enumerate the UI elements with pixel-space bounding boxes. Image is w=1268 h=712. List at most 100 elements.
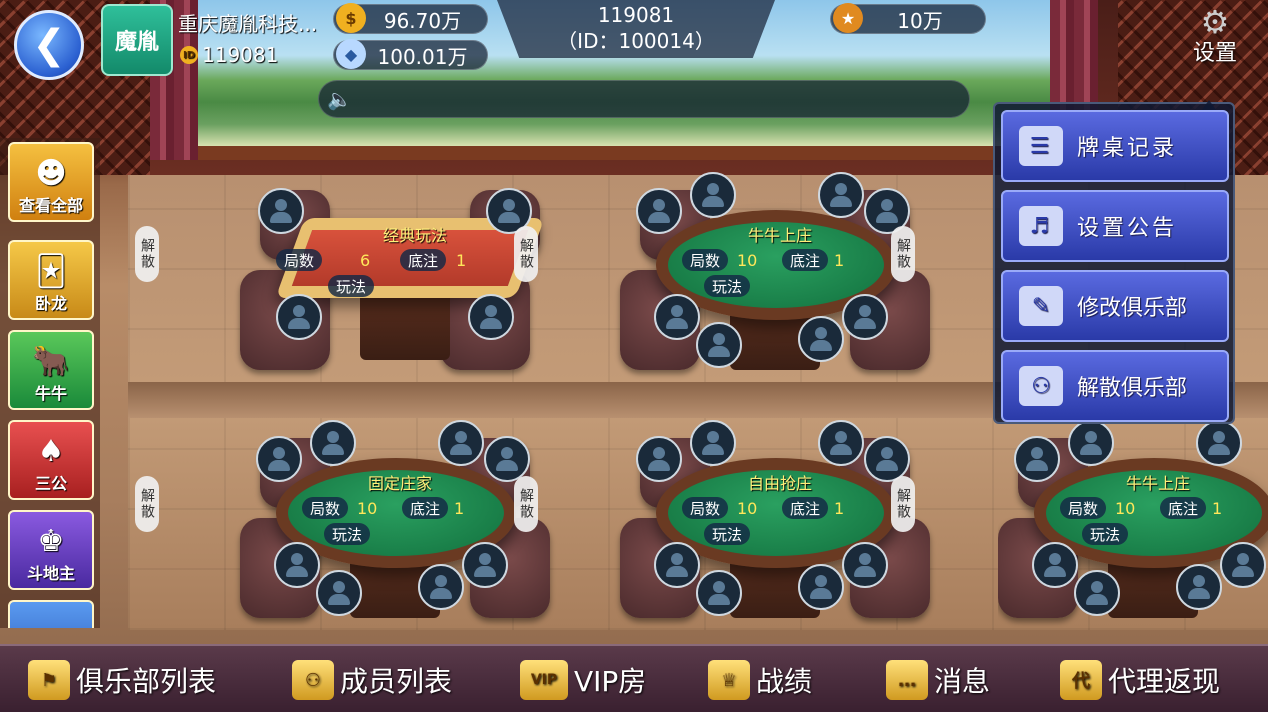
seat-empty[interactable] <box>1220 542 1266 588</box>
bet-label: 底注 <box>1160 497 1207 519</box>
seat-empty[interactable] <box>310 420 356 466</box>
menu-set-announcement[interactable]: ♬ 设置公告 <box>1001 190 1229 262</box>
vip-icon: VIP <box>520 660 568 700</box>
menu-dissolve-club[interactable]: ⚇ 解散俱乐部 <box>1001 350 1229 422</box>
seat-empty[interactable] <box>798 564 844 610</box>
menu-table-records[interactable]: ☰ 牌桌记录 <box>1001 110 1229 182</box>
seat-empty[interactable] <box>468 294 514 340</box>
nav-club-list[interactable]: ⚑ 俱乐部列表 <box>28 646 216 712</box>
gold-pill[interactable]: ★ 10万 <box>830 3 986 34</box>
seat-empty[interactable] <box>1074 570 1120 616</box>
rules-button[interactable]: 玩法 <box>704 275 751 297</box>
seat-empty[interactable] <box>696 322 742 368</box>
bet-value: 1 <box>456 251 467 270</box>
seat-empty[interactable] <box>462 542 508 588</box>
game-category-list: ☻ 查看全部 🃏 卧龙 🐂 牛牛 ♠ 三公 ♚ 斗地主 <box>0 138 100 628</box>
seat-empty[interactable] <box>654 542 700 588</box>
table-title: 固定庄家 <box>367 474 432 493</box>
table-2[interactable]: 牛牛上庄 局数 10 底注 1 玩法 <box>620 170 930 380</box>
seat-empty[interactable] <box>276 294 322 340</box>
menu-item-label: 解散俱乐部 <box>1077 376 1188 401</box>
seat-empty[interactable] <box>842 542 888 588</box>
seat-empty[interactable] <box>818 172 864 218</box>
nav-vip-room[interactable]: VIP VIP房 <box>520 646 646 712</box>
nav-label: VIP房 <box>574 665 647 698</box>
table-title: 经典玩法 <box>382 226 447 245</box>
rounds-label: 局数 <box>682 497 729 519</box>
announcement-bar: 🔈 <box>318 80 970 118</box>
seat-empty[interactable] <box>1014 436 1060 482</box>
fire-coin-icon: ★ <box>833 3 863 33</box>
seat-empty[interactable] <box>274 542 320 588</box>
seat-empty[interactable] <box>418 564 464 610</box>
nav-messages[interactable]: … 消息 <box>886 646 990 712</box>
back-button[interactable]: ❮ <box>14 10 84 80</box>
seat-empty[interactable] <box>484 436 530 482</box>
game-item-more[interactable] <box>8 600 94 628</box>
menu-item-label: 牌桌记录 <box>1077 136 1178 161</box>
seat-empty[interactable] <box>690 420 736 466</box>
diamonds-pill[interactable]: ◆ 100.01万 <box>333 39 488 70</box>
club-logo: 魔胤 <box>101 4 173 76</box>
rounds-value: 10 <box>737 499 758 518</box>
seat-empty[interactable] <box>1196 420 1242 466</box>
dissolve-button[interactable]: 解散 <box>514 226 538 282</box>
nav-records[interactable]: ♕ 战绩 <box>708 646 812 712</box>
user-id: （ID：100014） <box>557 29 715 53</box>
game-item-wolong[interactable]: 🃏 卧龙 <box>8 240 94 320</box>
seat-empty[interactable] <box>818 420 864 466</box>
game-item-doudizhu[interactable]: ♚ 斗地主 <box>8 510 94 590</box>
club-id-value: 119081 <box>202 43 279 67</box>
rules-button[interactable]: 玩法 <box>324 523 371 545</box>
table-4[interactable]: 自由抢庄 局数 10 底注 1 玩法 <box>620 418 930 628</box>
nav-label: 战绩 <box>756 665 813 698</box>
game-lobby: ❮ 魔胤 重庆魔胤科技... ID 119081 $ 96.70万 ◆ 100.… <box>0 0 1268 712</box>
dissolve-button[interactable]: 解散 <box>514 476 538 532</box>
bet-value: 1 <box>834 499 845 518</box>
settings-button[interactable]: ⚙ 设置 <box>1180 4 1250 76</box>
rules-button[interactable]: 玩法 <box>328 275 375 297</box>
seat-empty[interactable] <box>636 436 682 482</box>
seat-empty[interactable] <box>654 294 700 340</box>
seat-empty[interactable] <box>258 188 304 234</box>
add-player-icon <box>497 199 521 223</box>
seat-empty[interactable] <box>798 316 844 362</box>
seat-empty[interactable] <box>1032 542 1078 588</box>
coins-pill[interactable]: $ 96.70万 <box>333 3 488 34</box>
game-item-all[interactable]: ☻ 查看全部 <box>8 142 94 222</box>
seat-empty[interactable] <box>1176 564 1222 610</box>
game-item-label: 牛牛 <box>34 384 67 403</box>
rules-button[interactable]: 玩法 <box>704 523 751 545</box>
settings-label: 设置 <box>1192 41 1237 66</box>
rules-button[interactable]: 玩法 <box>1082 523 1129 545</box>
users-icon: ⚇ <box>1019 366 1063 406</box>
dissolve-button[interactable]: 解散 <box>135 476 159 532</box>
dissolve-button[interactable]: 解散 <box>891 226 915 282</box>
nav-member-list[interactable]: ⚇ 成员列表 <box>292 646 452 712</box>
table-5[interactable]: 牛牛上庄 局数 10 底注 1 玩法 <box>998 418 1268 628</box>
rounds-label: 局数 <box>302 497 349 519</box>
dissolve-button[interactable]: 解散 <box>135 226 159 282</box>
seat-empty[interactable] <box>256 436 302 482</box>
seat-empty[interactable] <box>636 188 682 234</box>
nav-agent-cashback[interactable]: 代 代理返现 <box>1060 646 1220 712</box>
girl-avatar-icon: ☻ <box>35 156 67 191</box>
dissolve-button[interactable]: 解散 <box>891 476 915 532</box>
game-item-niuniu[interactable]: 🐂 牛牛 <box>8 330 94 410</box>
menu-item-label: 修改俱乐部 <box>1077 296 1188 321</box>
seat-empty[interactable] <box>690 172 736 218</box>
landlord-icon: ♚ <box>37 524 65 559</box>
seat-empty[interactable] <box>316 570 362 616</box>
seat-empty[interactable] <box>696 570 742 616</box>
game-item-label: 斗地主 <box>26 564 75 583</box>
bet-label: 底注 <box>782 497 829 519</box>
table-1[interactable]: 经典玩法 局数 6 底注 1 玩法 <box>240 180 560 380</box>
seat-empty[interactable] <box>1068 420 1114 466</box>
trophy-icon: ♕ <box>708 660 750 700</box>
menu-edit-club[interactable]: ✎ 修改俱乐部 <box>1001 270 1229 342</box>
bet-label: 底注 <box>782 249 829 271</box>
seat-empty[interactable] <box>842 294 888 340</box>
table-3[interactable]: 固定庄家 局数 10 底注 1 玩法 <box>240 418 550 628</box>
seat-empty[interactable] <box>438 420 484 466</box>
game-item-sangong[interactable]: ♠ 三公 <box>8 420 94 500</box>
